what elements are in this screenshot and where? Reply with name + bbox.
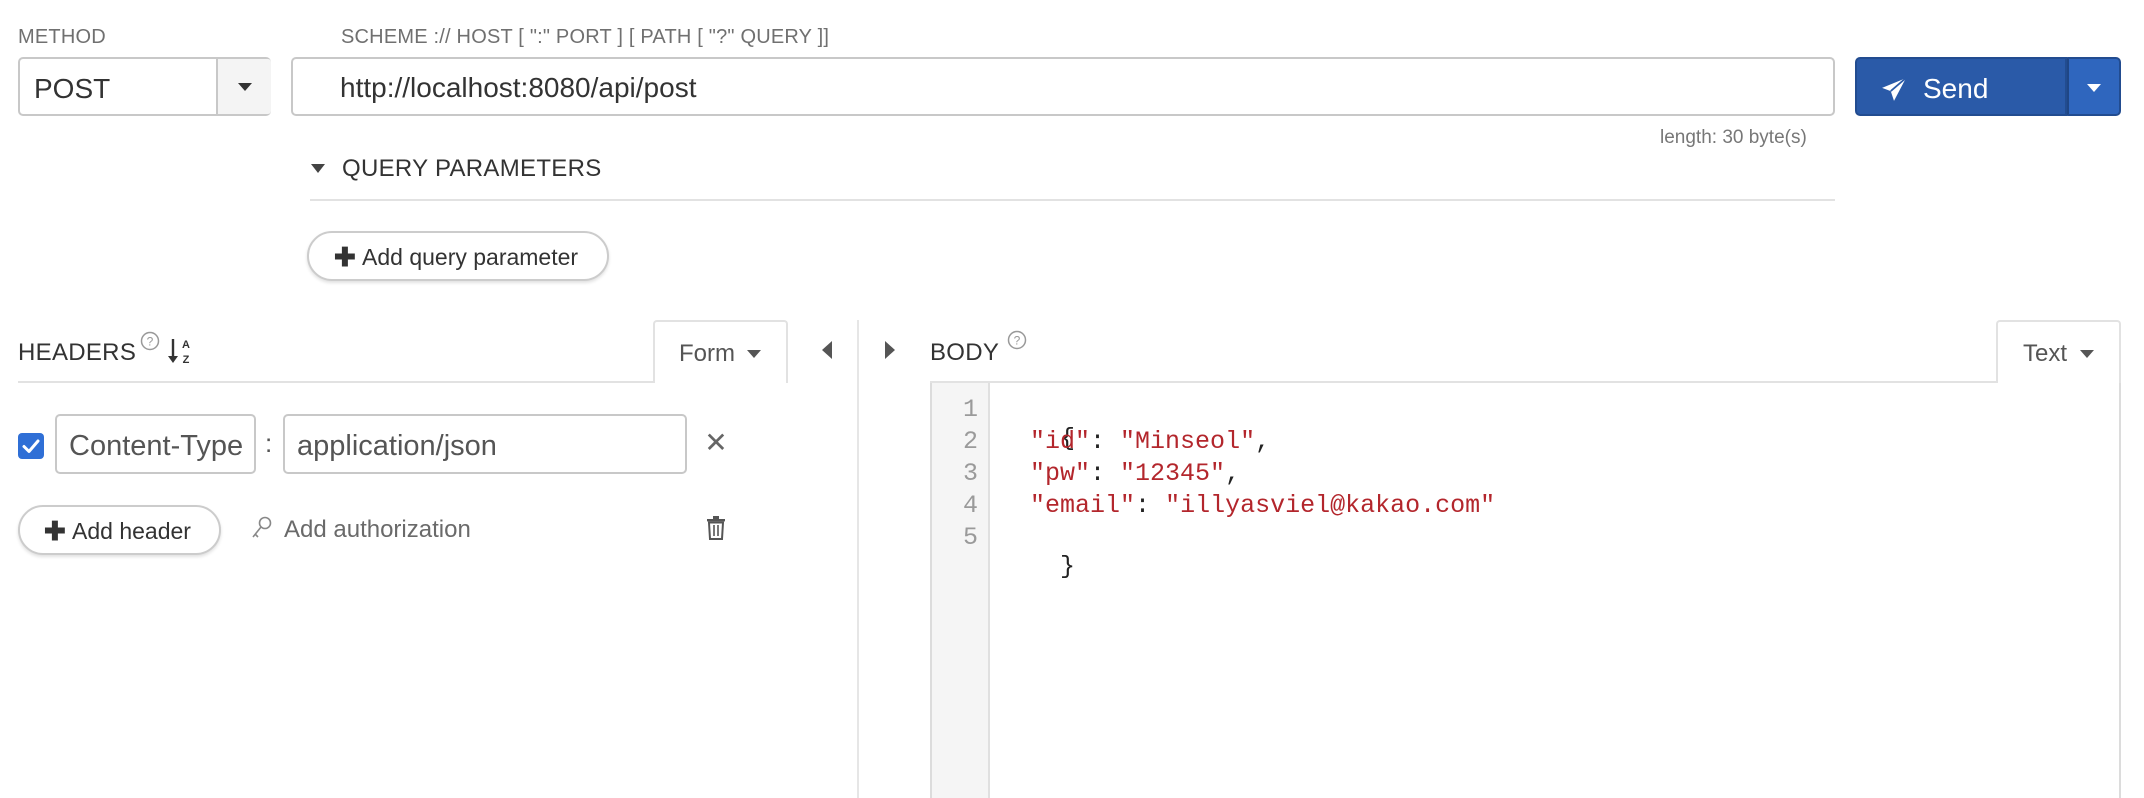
- svg-text:?: ?: [1014, 334, 1021, 348]
- header-name-value: Content-Type: [69, 430, 244, 462]
- paper-plane-icon: [1882, 77, 1907, 101]
- send-label: Send: [1923, 73, 1989, 104]
- header-value-value: application/json: [297, 430, 497, 462]
- add-header-button[interactable]: ✚ Add header: [18, 505, 221, 555]
- code-comma: ,: [1225, 459, 1241, 488]
- code-colon: :: [1090, 427, 1121, 456]
- header-enabled-checkbox[interactable]: [18, 433, 44, 459]
- trash-icon[interactable]: [705, 515, 727, 541]
- chevron-down-icon: [238, 83, 252, 91]
- query-parameters-toggle[interactable]: QUERY PARAMETERS: [310, 155, 710, 187]
- query-parameters-title: QUERY PARAMETERS: [342, 155, 602, 182]
- send-options-button[interactable]: [2067, 57, 2121, 116]
- plus-icon: ✚: [44, 516, 66, 546]
- close-icon[interactable]: ✕: [703, 429, 729, 457]
- headers-divider: [18, 381, 654, 383]
- svg-text:?: ?: [147, 335, 154, 349]
- svg-text:A: A: [182, 339, 190, 351]
- sort-alpha-icon[interactable]: A Z: [168, 336, 194, 366]
- method-label: METHOD: [18, 26, 106, 48]
- caret-right-icon: [885, 341, 895, 359]
- url-value: http://localhost:8080/api/post: [340, 72, 697, 103]
- headers-mode-label: Form: [679, 340, 735, 367]
- code-key: "email": [1030, 491, 1136, 520]
- collapse-left-button[interactable]: [818, 338, 838, 362]
- add-query-parameter-button[interactable]: ✚ Add query parameter: [307, 231, 609, 281]
- url-input[interactable]: http://localhost:8080/api/post: [291, 57, 1835, 116]
- code-colon: :: [1135, 491, 1166, 520]
- line-number: 4: [962, 491, 978, 520]
- code-line: "id": "Minseol",: [1000, 427, 1270, 456]
- add-header-label: Add header: [72, 518, 191, 544]
- code-line: "email": "illyasviel@kakao.com": [1000, 491, 1495, 520]
- svg-text:Z: Z: [183, 354, 190, 366]
- method-dropdown-button[interactable]: [216, 59, 271, 114]
- url-length: length: 30 byte(s): [1660, 127, 1807, 148]
- plus-icon: ✚: [334, 242, 356, 272]
- line-number: 1: [962, 395, 978, 424]
- code-value: "12345": [1120, 459, 1226, 488]
- question-circle-icon[interactable]: ?: [1007, 330, 1027, 350]
- line-number: 2: [962, 427, 978, 456]
- add-authorization-label: Add authorization: [284, 516, 471, 543]
- caret-left-icon: [822, 341, 832, 359]
- chevron-down-icon: [2087, 84, 2101, 92]
- code-colon: :: [1090, 459, 1121, 488]
- chevron-down-icon: [311, 164, 325, 173]
- code-value: "Minseol": [1120, 427, 1256, 456]
- code-line: }: [1000, 523, 1075, 610]
- method-select[interactable]: POST: [18, 57, 271, 116]
- body-editor[interactable]: 1 2 3 4 5 { "id": "Minseol", "pw": "1234…: [930, 383, 2121, 798]
- chevron-down-icon: [2080, 350, 2094, 358]
- body-mode-dropdown[interactable]: Text: [1996, 320, 2121, 383]
- headers-mode-dropdown[interactable]: Form: [653, 320, 788, 383]
- add-authorization-link[interactable]: Add authorization: [250, 511, 500, 547]
- code-brace: }: [1060, 552, 1076, 581]
- add-query-parameter-label: Add query parameter: [362, 244, 579, 270]
- body-title: BODY: [930, 339, 1000, 366]
- send-button[interactable]: Send: [1855, 57, 2067, 116]
- checkmark-icon: [22, 439, 40, 453]
- question-circle-icon[interactable]: ?: [140, 331, 160, 351]
- chevron-down-icon: [747, 350, 761, 358]
- code-comma: ,: [1255, 427, 1271, 456]
- key-icon: [252, 516, 272, 538]
- line-number: 5: [962, 523, 978, 552]
- code-line: "pw": "12345",: [1000, 459, 1240, 488]
- code-value: "illyasviel@kakao.com": [1165, 491, 1496, 520]
- expand-right-button[interactable]: [880, 338, 900, 362]
- headers-title: HEADERS: [18, 339, 137, 366]
- query-divider: [310, 199, 1835, 201]
- method-value: POST: [34, 73, 111, 104]
- url-label: SCHEME :// HOST [ ":" PORT ] [ PATH [ "?…: [341, 26, 830, 48]
- header-separator: :: [265, 428, 273, 458]
- line-number: 3: [962, 459, 978, 488]
- header-value-input[interactable]: application/json: [283, 414, 687, 474]
- code-key: "pw": [1030, 459, 1091, 488]
- code-key: "id": [1030, 427, 1091, 456]
- header-name-input[interactable]: Content-Type: [55, 414, 256, 474]
- body-mode-label: Text: [2023, 340, 2068, 367]
- panel-splitter[interactable]: [857, 320, 859, 798]
